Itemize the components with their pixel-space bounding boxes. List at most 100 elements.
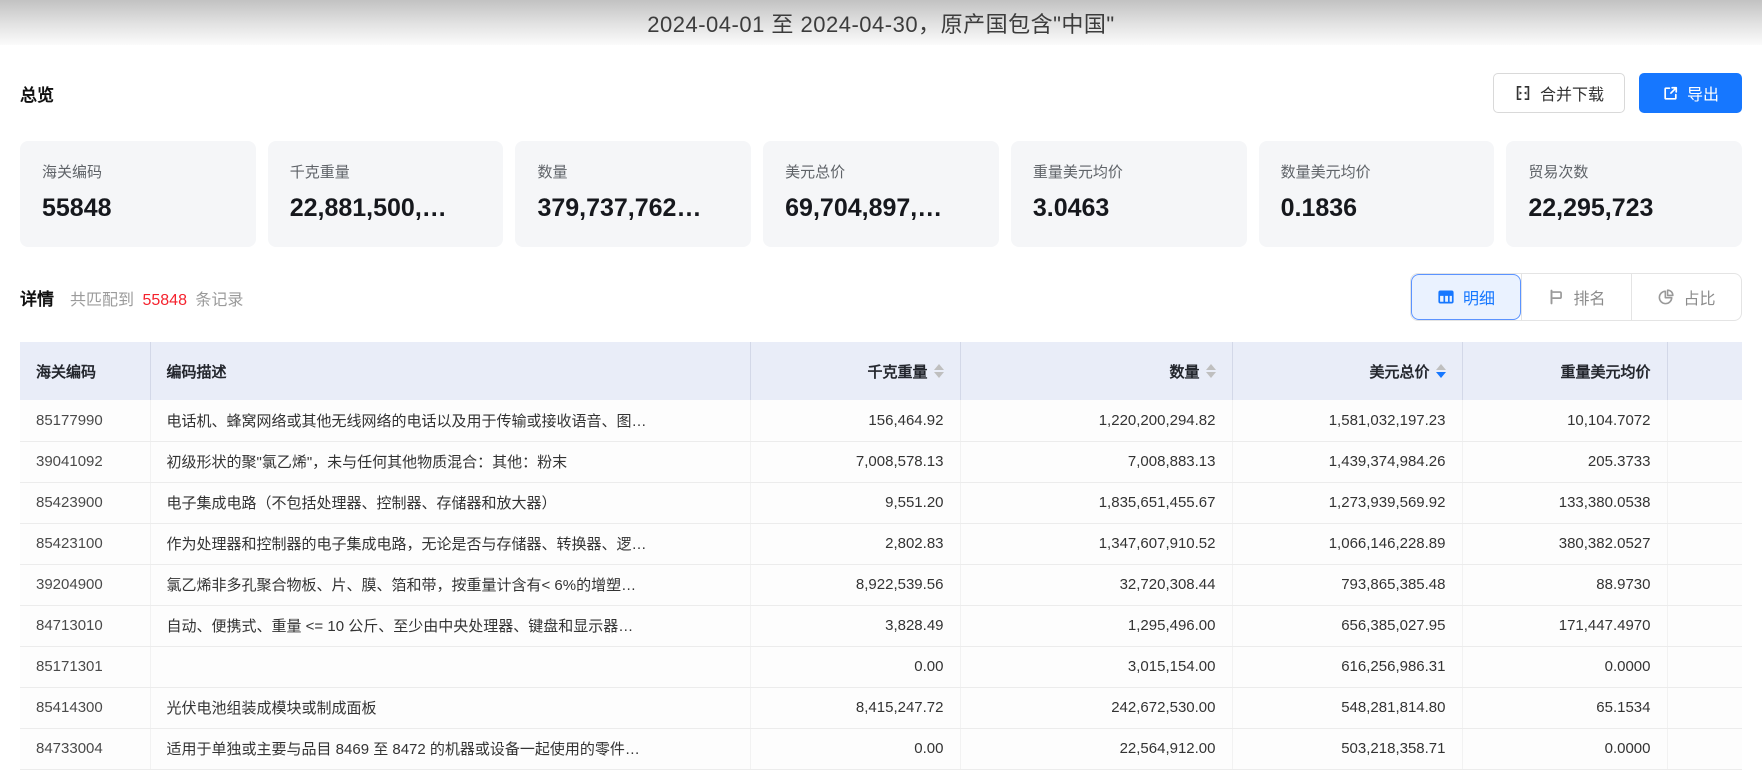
overview-heading: 总览 — [20, 85, 54, 105]
cell-hs-code: 85423900 — [20, 482, 151, 524]
column-label: 美元总价 — [1369, 363, 1430, 381]
cell-usd-total: 1,066,146,228.89 — [1232, 523, 1463, 565]
stat-card-weight-avg-price: 重量美元均价 3.0463 — [1010, 141, 1247, 247]
filler-cell — [1667, 523, 1742, 565]
ranking-icon — [1547, 288, 1565, 306]
column-label: 海关编码 — [36, 363, 97, 381]
tab-detail[interactable]: 明细 — [1411, 274, 1521, 320]
cell-description: 电子集成电路（不包括处理器、控制器、存储器和放大器） — [150, 482, 751, 524]
merge-download-label: 合并下载 — [1539, 87, 1604, 104]
cell-hs-code: 39204900 — [20, 564, 151, 606]
table-row: 39204900 氯乙烯非多孔聚合物板、片、膜、箔和带，按重量计含有< 6%的增塑… — [20, 564, 1742, 606]
cell-description: 电话机、蜂窝网络或其他无线网络的电话以及用于传输或接收语音、图… — [150, 400, 751, 442]
detail-table: 海关编码 编码描述 千克重量 数量 美元总价 重量美元均价 85177990 电话机、蜂窝网… — [20, 342, 1742, 770]
cell-quantity: 22,564,912.00 — [960, 728, 1233, 770]
sort-carets-icon[interactable] — [1435, 364, 1446, 378]
filler-cell — [1667, 605, 1742, 647]
filler-column-header — [1667, 342, 1742, 400]
cell-kg-weight: 8,415,247.72 — [750, 687, 961, 729]
filler-cell — [1667, 441, 1742, 483]
cell-quantity: 7,008,883.13 — [960, 441, 1233, 483]
cell-quantity: 1,220,200,294.82 — [960, 400, 1233, 442]
cell-quantity: 32,720,308.44 — [960, 564, 1233, 606]
export-button[interactable]: 导出 — [1638, 73, 1742, 113]
cell-hs-code: 85414300 — [20, 687, 151, 729]
cell-weight-avg-price: 10,104.7072 — [1462, 400, 1668, 442]
cell-weight-avg-price: 205.3733 — [1462, 441, 1668, 483]
cell-weight-avg-price: 88.9730 — [1462, 564, 1668, 606]
cell-kg-weight: 3,828.49 — [750, 605, 961, 647]
column-header-description: 编码描述 — [150, 342, 751, 400]
tab-proportion[interactable]: 占比 — [1631, 274, 1741, 320]
column-header-usd-total[interactable]: 美元总价 — [1232, 342, 1463, 400]
cell-usd-total: 656,385,027.95 — [1232, 605, 1463, 647]
merge-download-button[interactable]: 合并下载 — [1492, 73, 1625, 113]
cell-description: 作为处理器和控制器的电子集成电路，无论是否与存储器、转换器、逻… — [150, 523, 751, 565]
column-header-kg-weight[interactable]: 千克重量 — [750, 342, 961, 400]
column-label: 数量 — [1169, 363, 1200, 381]
table-icon — [1437, 288, 1455, 306]
stat-card-kg-weight: 千克重量 22,881,500,… — [267, 141, 504, 247]
stat-label: 重量美元均价 — [1032, 164, 1123, 181]
cell-description: 适用于单独或主要与品目 8469 至 8472 的机器或设备一起使用的零件… — [150, 728, 751, 770]
cell-kg-weight: 9,551.20 — [750, 482, 961, 524]
cell-usd-total: 1,273,939,569.92 — [1232, 482, 1463, 524]
cell-usd-total: 503,218,358.71 — [1232, 728, 1463, 770]
tab-label: 明细 — [1462, 291, 1495, 308]
stat-value: 69,704,897,… — [785, 194, 943, 222]
stat-label: 贸易次数 — [1528, 164, 1589, 181]
cell-weight-avg-price: 133,380.0538 — [1462, 482, 1668, 524]
table-row: 85171301 0.00 3,015,154.00 616,256,986.31 0.… — [20, 646, 1742, 688]
cell-weight-avg-price: 171,447.4970 — [1462, 605, 1668, 647]
cell-usd-total: 793,865,385.48 — [1232, 564, 1463, 606]
cell-weight-avg-price: 0.0000 — [1462, 728, 1668, 770]
cell-description: 氯乙烯非多孔聚合物板、片、膜、箔和带，按重量计含有< 6%的增塑… — [150, 564, 751, 606]
cell-quantity: 1,295,496.00 — [960, 605, 1233, 647]
page-title: 2024-04-01 至 2024-04-30，原产国包含"中国" — [647, 11, 1115, 37]
export-icon — [1662, 85, 1679, 102]
stat-card-usd-total: 美元总价 69,704,897,… — [763, 141, 999, 247]
filler-cell — [1667, 728, 1742, 770]
cell-hs-code: 84733004 — [20, 728, 151, 770]
cell-quantity: 242,672,530.00 — [960, 687, 1233, 729]
table-row: 39041092 初级形状的聚"氯乙烯"，未与任何其他物质混合：其他：粉末 7,00… — [20, 441, 1742, 483]
export-label: 导出 — [1686, 87, 1719, 104]
stat-card-qty-avg-price: 数量美元均价 0.1836 — [1258, 141, 1495, 247]
table-row: 85177990 电话机、蜂窝网络或其他无线网络的电话以及用于传输或接收语音、图…… — [20, 400, 1742, 442]
stat-cards: 海关编码 55848 千克重量 22,881,500,… 数量 379,737,… — [20, 141, 1743, 247]
tab-ranking[interactable]: 排名 — [1521, 274, 1631, 320]
cell-hs-code: 85177990 — [20, 400, 151, 442]
table-row: 84713010 自动、便携式、重量 <= 10 公斤、至少由中央处理器、键盘和显… — [20, 605, 1742, 647]
sort-carets-icon[interactable] — [933, 364, 944, 378]
cell-quantity: 1,347,607,910.52 — [960, 523, 1233, 565]
filler-cell — [1667, 400, 1742, 442]
match-prefix: 共匹配到 — [70, 291, 135, 309]
stat-label: 海关编码 — [42, 164, 103, 181]
stat-card-trade-count: 贸易次数 22,295,723 — [1506, 141, 1743, 247]
cell-description: 光伏电池组装成模块或制成面板 — [150, 687, 751, 729]
cell-kg-weight: 2,802.83 — [750, 523, 961, 565]
table-row: 85423100 作为处理器和控制器的电子集成电路，无论是否与存储器、转换器、逻…… — [20, 523, 1742, 565]
cell-kg-weight: 0.00 — [750, 728, 961, 770]
cell-kg-weight: 156,464.92 — [750, 400, 961, 442]
sort-carets-icon[interactable] — [1205, 364, 1216, 378]
table-row: 85423900 电子集成电路（不包括处理器、控制器、存储器和放大器） 9,551.… — [20, 482, 1742, 524]
match-count: 55848 — [142, 291, 187, 309]
column-header-quantity[interactable]: 数量 — [960, 342, 1233, 400]
cell-weight-avg-price: 65.1534 — [1462, 687, 1668, 729]
stat-card-hs-code: 海关编码 55848 — [20, 141, 256, 247]
cell-description: 自动、便携式、重量 <= 10 公斤、至少由中央处理器、键盘和显示器… — [150, 605, 751, 647]
table-row: 84733004 适用于单独或主要与品目 8469 至 8472 的机器或设备一起… — [20, 728, 1742, 770]
detail-heading: 详情 — [20, 289, 54, 309]
filler-cell — [1667, 564, 1742, 606]
cell-hs-code: 85423100 — [20, 523, 151, 565]
tab-label: 排名 — [1573, 291, 1606, 308]
cell-hs-code: 85171301 — [20, 646, 151, 688]
filler-cell — [1667, 482, 1742, 524]
column-label: 编码描述 — [166, 363, 227, 381]
pie-chart-icon — [1657, 288, 1675, 306]
cell-kg-weight: 7,008,578.13 — [750, 441, 961, 483]
title-bar: 2024-04-01 至 2024-04-30，原产国包含"中国" — [0, 0, 1762, 45]
stat-value: 3.0463 — [1032, 194, 1110, 222]
match-record-text: 共匹配到 55848 条记录 — [70, 286, 243, 310]
